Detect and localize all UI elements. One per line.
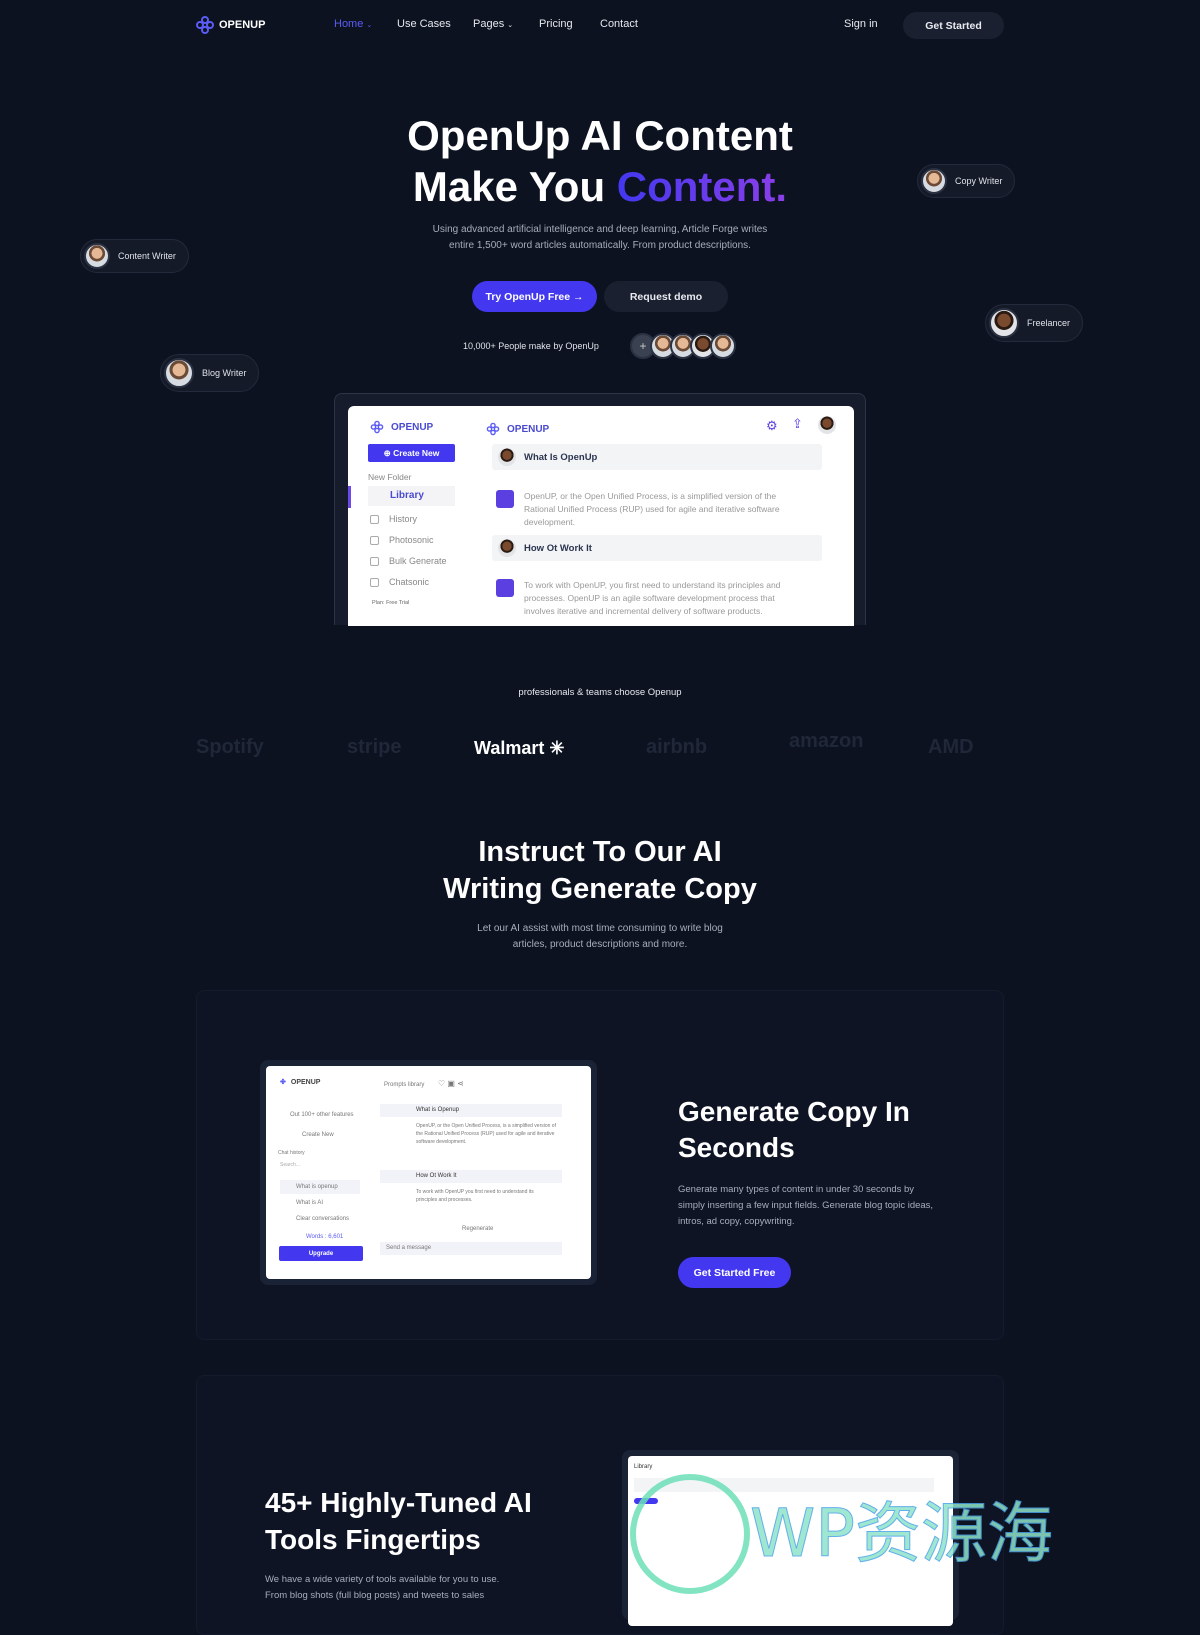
plan-label: Plan: Free Trial bbox=[372, 600, 410, 606]
avatar bbox=[498, 539, 516, 557]
avatar bbox=[989, 308, 1019, 338]
gear-icon[interactable]: ⚙ bbox=[766, 418, 778, 434]
logo-stripe: stripe bbox=[347, 736, 402, 758]
clover-logo-icon bbox=[370, 420, 384, 434]
user-avatar[interactable] bbox=[818, 416, 836, 434]
feature1-title: Generate Copy In Seconds bbox=[678, 1096, 910, 1163]
chip-copy-writer: Copy Writer bbox=[917, 164, 1016, 198]
avatar bbox=[164, 358, 194, 388]
bookmark-icon bbox=[370, 514, 379, 524]
dashboard-preview: OPENUP OPENUP ⚙ ⇪ ⊕ Create New New Folde… bbox=[334, 393, 866, 626]
hero-title-line1: OpenUp AI Content bbox=[407, 112, 793, 159]
answer-row: To work with OpenUP, you first need to u… bbox=[496, 579, 806, 618]
instruct-title-line1: Instruct To Our AI bbox=[478, 836, 722, 868]
logo-amd: AMD bbox=[928, 736, 974, 758]
dash-logo-main: OPENUP bbox=[484, 420, 549, 438]
avatar bbox=[84, 243, 110, 269]
chevron-down-icon: ⌄ bbox=[507, 22, 514, 29]
chip-blog-writer: Blog Writer bbox=[160, 354, 260, 392]
clover-logo-icon bbox=[486, 422, 500, 436]
avatar bbox=[710, 333, 736, 359]
active-indicator bbox=[348, 486, 351, 508]
clover-logo-icon: ✤ bbox=[280, 1079, 286, 1086]
sidebar-item-chatsonic[interactable]: Chatsonic bbox=[370, 577, 429, 587]
walmart-wordmark: Walmart bbox=[474, 738, 545, 758]
upgrade-button[interactable]: Upgrade bbox=[279, 1246, 363, 1261]
walmart-spark-icon: ✳ bbox=[549, 738, 565, 758]
logo-amazon: amazon bbox=[789, 730, 864, 752]
dash-logo: OPENUP bbox=[368, 418, 433, 436]
sidebar-item-photosonic[interactable]: Photosonic bbox=[370, 535, 434, 545]
image-icon bbox=[370, 535, 379, 545]
logos-caption: professionals & teams choose Openup bbox=[518, 687, 682, 698]
ai-logo-icon bbox=[496, 579, 514, 597]
nav-home[interactable]: Home ⌄ bbox=[334, 18, 372, 30]
instruct-subtitle: Let our AI assist with most time consumi… bbox=[477, 923, 723, 950]
file-icon bbox=[370, 556, 379, 566]
watermark: WP资源海 bbox=[630, 1470, 1054, 1594]
logo-airbnb: airbnb bbox=[646, 736, 708, 758]
brand-logo[interactable]: OPENUP bbox=[196, 16, 265, 34]
request-demo-button[interactable]: Request demo bbox=[604, 281, 728, 312]
avatar-stack: + bbox=[630, 333, 736, 359]
social-proof-text: 10,000+ People make by OpenUp bbox=[463, 341, 599, 351]
sign-in-link[interactable]: Sign in bbox=[844, 18, 878, 30]
feature1-body: Generate many types of content in under … bbox=[678, 1184, 934, 1227]
hero-title-line2: Make You Content. bbox=[412, 163, 788, 210]
sidebar-item-bulk-generate[interactable]: Bulk Generate bbox=[370, 556, 447, 566]
try-free-button[interactable]: Try OpenUp Free → bbox=[472, 281, 597, 312]
toolbar-icons: ♡ ▣ ⋖ bbox=[438, 1079, 464, 1088]
ai-logo-icon bbox=[496, 490, 514, 508]
logo-spotify: Spotify bbox=[196, 736, 264, 758]
upload-icon[interactable]: ⇪ bbox=[792, 416, 803, 432]
chat-preview: ✤ OPENUP Prompts library ♡ ▣ ⋖ Out 100+ o… bbox=[260, 1060, 597, 1285]
feature2-title: 45+ Highly-Tuned AI Tools Fingertips bbox=[265, 1487, 532, 1555]
chat-icon bbox=[370, 577, 379, 587]
hero-title-accent: Content. bbox=[616, 163, 788, 210]
sidebar-item-history[interactable]: History bbox=[370, 514, 417, 524]
logo-walmart: Walmart ✳ bbox=[474, 738, 564, 759]
nav-contact[interactable]: Contact bbox=[600, 18, 638, 30]
clover-logo-icon bbox=[196, 16, 214, 34]
question-row: What Is OpenUp bbox=[492, 444, 822, 470]
nav-pricing[interactable]: Pricing bbox=[539, 18, 573, 30]
question-row: How Ot Work It bbox=[492, 535, 822, 561]
arrow-right-icon: → bbox=[573, 290, 584, 303]
create-new-button[interactable]: ⊕ Create New bbox=[368, 444, 455, 462]
chip-freelancer: Freelancer bbox=[985, 304, 1084, 342]
folder-label: New Folder bbox=[368, 472, 412, 482]
sidebar-item-library[interactable]: Library bbox=[368, 486, 455, 506]
avatar bbox=[498, 448, 516, 466]
wordpress-logo-icon bbox=[630, 1473, 750, 1594]
get-started-free-button[interactable]: Get Started Free bbox=[678, 1257, 791, 1288]
answer-row: OpenUP, or the Open Unified Process, is … bbox=[496, 490, 806, 529]
get-started-button[interactable]: Get Started bbox=[903, 12, 1004, 39]
instruct-title-line2: Writing Generate Copy bbox=[443, 873, 757, 905]
nav-use-cases[interactable]: Use Cases bbox=[397, 18, 451, 30]
feature2-body: We have a wide variety of tools availabl… bbox=[265, 1574, 500, 1601]
plus-circle-icon: ⊕ bbox=[383, 447, 391, 458]
nav-pages[interactable]: Pages ⌄ bbox=[473, 18, 513, 30]
chevron-down-icon: ⌄ bbox=[366, 22, 373, 29]
avatar bbox=[921, 168, 947, 194]
chip-content-writer: Content Writer bbox=[80, 239, 189, 273]
